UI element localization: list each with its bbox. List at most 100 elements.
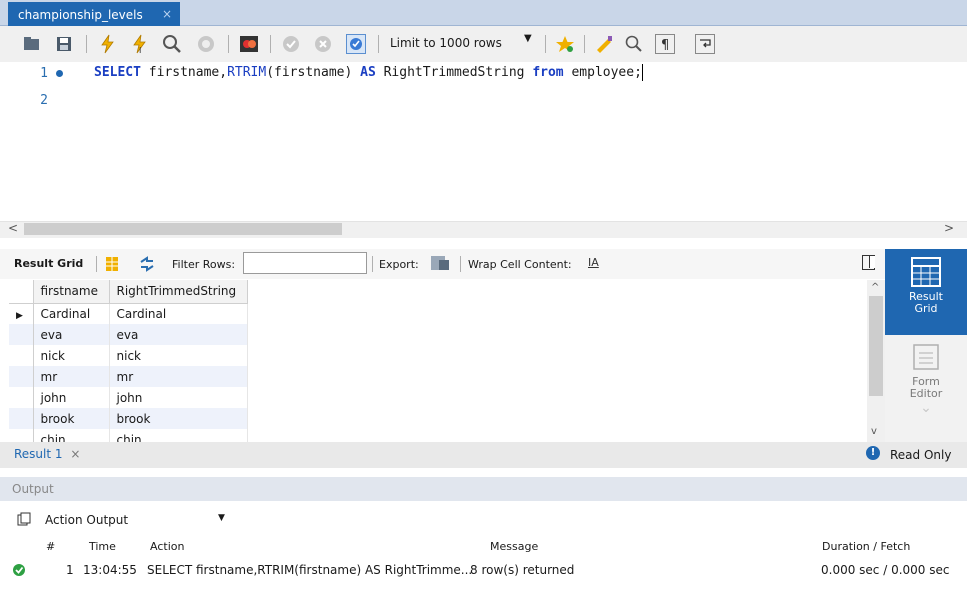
execute-icon[interactable] — [98, 34, 118, 54]
execute-current-icon[interactable]: I — [130, 34, 150, 55]
output-log-row[interactable]: 1 13:04:55 SELECT firstname,RTRIM(firstn… — [0, 560, 967, 580]
grid-cell[interactable]: chin — [33, 429, 110, 443]
save-icon[interactable] — [54, 34, 74, 54]
row-header-corner — [9, 280, 34, 304]
column-header-righttrimmedstring[interactable]: RightTrimmedString — [109, 280, 248, 304]
wrap-cell-icon[interactable]: IA — [588, 256, 599, 269]
sql-text: (firstname) — [266, 65, 361, 80]
grid-header-row: firstname RightTrimmedString — [9, 280, 248, 304]
scroll-left-icon[interactable]: < — [8, 221, 18, 235]
grid-cell[interactable]: chin — [109, 429, 248, 443]
folder-icon[interactable] — [22, 34, 42, 54]
table-row[interactable]: nick nick — [9, 345, 248, 366]
svg-text:¶: ¶ — [661, 38, 669, 53]
table-row[interactable]: chin chin — [9, 429, 248, 443]
grid-cell[interactable]: mr — [33, 366, 110, 387]
toolbar-separator — [460, 256, 461, 272]
column-header-firstname[interactable]: firstname — [33, 280, 110, 304]
export-label: Export: — [379, 258, 419, 271]
scroll-right-icon[interactable]: > — [944, 221, 954, 235]
autocommit-icon[interactable] — [346, 34, 366, 54]
grid-cell[interactable]: nick — [109, 345, 248, 366]
stop-icon[interactable] — [196, 34, 216, 54]
refresh-icon[interactable] — [138, 256, 156, 275]
current-row-marker-icon[interactable]: ▶ — [9, 303, 34, 324]
explain-icon[interactable] — [162, 34, 182, 54]
result-grid-label[interactable]: Result Grid — [14, 257, 83, 270]
export-icon[interactable] — [430, 254, 450, 275]
table-row[interactable]: ▶ Cardinal Cardinal — [9, 303, 248, 324]
grid-cell[interactable]: Cardinal — [109, 303, 248, 324]
bookmark-icon[interactable] — [555, 34, 575, 54]
find-icon[interactable] — [624, 34, 644, 54]
scroll-down-icon[interactable]: v — [871, 426, 877, 437]
wrap-cell-label: Wrap Cell Content: — [468, 258, 572, 271]
toolbar-separator — [545, 35, 546, 53]
toolbar-separator — [96, 256, 97, 272]
sql-statement[interactable]: SELECT firstname,RTRIM(firstname) AS Rig… — [94, 64, 643, 81]
chevron-down-icon[interactable]: ▼ — [218, 513, 225, 523]
wrap-icon[interactable] — [695, 34, 715, 54]
grid-cell[interactable]: mr — [109, 366, 248, 387]
output-header-row: # Time Action Message Duration / Fetch — [0, 537, 967, 557]
grid-cell[interactable]: john — [109, 387, 248, 408]
toggle-icon[interactable] — [239, 34, 259, 54]
scrollbar-thumb[interactable] — [869, 296, 883, 396]
row-header[interactable] — [9, 324, 34, 345]
chevron-down-icon[interactable]: ⌄ — [885, 401, 967, 415]
grid-cell[interactable]: Cardinal — [33, 303, 110, 324]
table-row[interactable]: john john — [9, 387, 248, 408]
copy-icon[interactable] — [17, 512, 31, 529]
success-icon — [13, 564, 25, 576]
grid-cell[interactable]: john — [33, 387, 110, 408]
action-output-select[interactable]: Action Output — [45, 513, 128, 527]
row-header[interactable] — [9, 345, 34, 366]
sql-text: firstname, — [140, 65, 228, 80]
grid-layout-icon[interactable] — [104, 256, 120, 275]
filter-rows-input[interactable] — [243, 252, 367, 274]
output-selector-row: Action Output ▼ — [0, 507, 967, 533]
limit-rows-select[interactable]: Limit to 1000 rows ▼ — [390, 33, 540, 55]
toolbar-separator — [378, 35, 379, 53]
table-row[interactable]: mr mr — [9, 366, 248, 387]
commit-icon[interactable] — [281, 34, 301, 54]
output-col-time: Time — [89, 540, 116, 553]
form-editor-panel-button[interactable]: Form Editor ⌄ — [885, 336, 967, 426]
result-grid-panel-button[interactable]: Result Grid — [885, 249, 967, 335]
output-row-message: 8 row(s) returned — [470, 563, 575, 577]
scroll-up-icon[interactable]: ^ — [871, 282, 879, 293]
grid-cell[interactable]: eva — [33, 324, 110, 345]
row-header[interactable] — [9, 408, 34, 429]
sql-editor[interactable] — [0, 62, 967, 222]
result-grid[interactable]: firstname RightTrimmedString ▶ Cardinal Ca… — [9, 280, 879, 443]
grid-cell[interactable]: brook — [109, 408, 248, 429]
table-row[interactable]: brook brook — [9, 408, 248, 429]
result-tab[interactable]: Result 1 × — [14, 447, 80, 461]
table-row[interactable]: eva eva — [9, 324, 248, 345]
action-output-label: Action Output — [45, 513, 129, 527]
invisible-chars-icon[interactable]: ¶ — [655, 34, 675, 54]
sql-text: RightTrimmedString — [375, 65, 533, 80]
row-header[interactable] — [9, 387, 34, 408]
grid-cell[interactable]: brook — [33, 408, 110, 429]
grid-cell[interactable]: nick — [33, 345, 110, 366]
output-title: Output — [12, 482, 54, 496]
read-only-label: Read Only — [890, 448, 952, 462]
toolbar-separator — [228, 35, 229, 53]
grid-cell[interactable]: eva — [109, 324, 248, 345]
scrollbar-thumb[interactable] — [24, 223, 342, 235]
query-tab[interactable]: championship_levels × — [8, 2, 180, 26]
close-tab-icon[interactable]: × — [162, 7, 172, 21]
row-header[interactable] — [9, 429, 34, 443]
panel-toggle-icon[interactable] — [862, 255, 875, 270]
sql-keyword: from — [532, 65, 564, 80]
result-grid-icon — [911, 257, 941, 287]
toolbar-separator — [372, 256, 373, 272]
svg-text:I: I — [139, 46, 141, 54]
close-result-tab-icon[interactable]: × — [70, 447, 80, 461]
sql-keyword: SELECT — [94, 65, 141, 80]
beautify-icon[interactable] — [594, 34, 614, 54]
statement-marker-icon — [56, 70, 63, 77]
row-header[interactable] — [9, 366, 34, 387]
rollback-icon[interactable] — [313, 34, 333, 54]
